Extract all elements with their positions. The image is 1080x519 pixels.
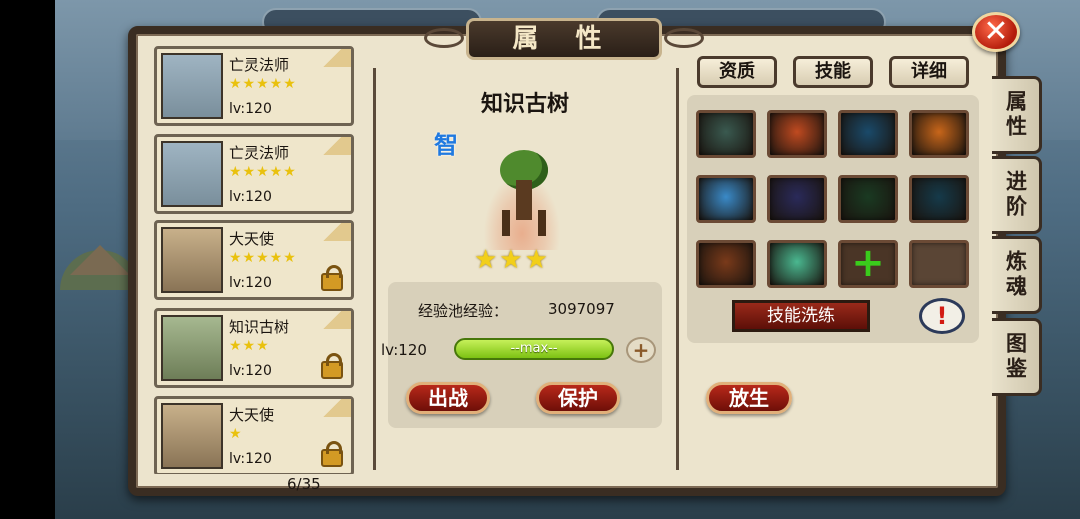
archangel-portrait [161,227,223,293]
add-exp-button[interactable]: + [626,337,656,363]
background-tent [70,245,130,275]
ancient-tree-figure [462,140,582,250]
hero-name: 大天使 [229,230,275,248]
hero-list[interactable]: 亡灵法师 ★★★★★ lv:120 亡灵法师 ★★★★★ lv:120 大天使 … [150,44,358,474]
title-ornament-left [424,28,464,48]
page-count: 6/35 [287,475,321,493]
hero-stars: ★ [229,426,243,442]
hero-level: lv:120 [229,451,272,467]
info-icon[interactable]: ! [919,298,965,334]
lock-icon [321,353,343,379]
add-skill-icon[interactable]: + [838,240,898,288]
undead-mage-portrait [161,53,223,119]
tab-aptitude[interactable]: 资质 [697,56,777,88]
lightning-icon[interactable] [909,175,969,223]
lock-icon [321,441,343,467]
title-ornament-right [664,28,704,48]
close-button[interactable]: ✕ [972,12,1020,52]
panel-title: 属 性 [466,18,662,60]
protect-button[interactable]: 保护 [536,382,620,414]
hero-stars: ★★★★★ [229,164,297,180]
card-corner-ornament [323,399,351,417]
hero-stars: ★★★ [229,338,270,354]
tab-codex[interactable]: 图鉴 [992,318,1042,396]
hero-name: 亡灵法师 [229,144,290,162]
level-progress-bar: --max-- [454,338,614,360]
green-sparkle-icon[interactable] [838,175,898,223]
card-corner-ornament [323,137,351,155]
hero-level: lv:120 [229,101,272,117]
tree-leg [502,210,510,236]
attribute-badge: 智 [434,131,458,159]
tab-details[interactable]: 详细 [889,56,969,88]
card-corner-ornament [323,49,351,67]
light-beam-icon[interactable] [767,175,827,223]
hero-title: 知识古树 [480,92,569,117]
hero-name: 大天使 [229,406,275,424]
exp-label: 经验池经验： [418,302,509,320]
tree-leg [538,210,546,236]
hero-list-item[interactable]: 知识古树 ★★★ lv:120 [154,308,354,388]
card-corner-ornament [323,223,351,241]
tree-trunk [516,180,532,220]
empty-slot[interactable] [909,240,969,288]
undead-mage-portrait [161,141,223,207]
tab-advance[interactable]: 进阶 [992,156,1042,234]
lock-icon [321,265,343,291]
hero-list-item[interactable]: 亡灵法师 ★★★★★ lv:120 [154,46,354,126]
hero-level: lv:120 [229,189,272,205]
archangel-portrait [161,403,223,469]
skill-refine-button[interactable]: 技能洗练 [732,300,870,332]
divider [373,68,376,470]
tab-skills[interactable]: 技能 [793,56,873,88]
hero-star-rating: ★★★ [474,245,550,275]
hero-list-item[interactable]: 大天使 ★★★★★ lv:120 [154,220,354,300]
screen-edge [0,0,55,519]
hero-level: lv:120 [229,363,272,379]
hero-list-item[interactable]: 亡灵法师 ★★★★★ lv:120 [154,134,354,214]
card-corner-ornament [323,311,351,329]
fist-flash-icon[interactable] [767,110,827,158]
hero-name: 知识古树 [229,318,290,336]
hero-stars: ★★★★★ [229,76,297,92]
hero-stars: ★★★★★ [229,250,297,266]
tab-attributes[interactable]: 属性 [992,76,1042,154]
deploy-button[interactable]: 出战 [406,382,490,414]
fire-orb-icon[interactable] [909,110,969,158]
green-aura-icon[interactable] [767,240,827,288]
level-label: lv:120 [381,341,427,359]
hero-level: lv:120 [229,275,272,291]
warrior-group-icon[interactable] [696,110,756,158]
flame-claw-icon[interactable] [696,240,756,288]
hero-name: 亡灵法师 [229,56,290,74]
hero-list-item[interactable]: 大天使 ★ lv:120 [154,396,354,474]
divider [676,68,679,470]
blue-spirit-icon[interactable] [838,110,898,158]
ancient-tree-portrait [161,315,223,381]
tab-soul-refine[interactable]: 炼魂 [992,236,1042,314]
release-button[interactable]: 放生 [706,382,792,414]
ice-crystal-icon[interactable] [696,175,756,223]
exp-value: 3097097 [548,300,615,318]
